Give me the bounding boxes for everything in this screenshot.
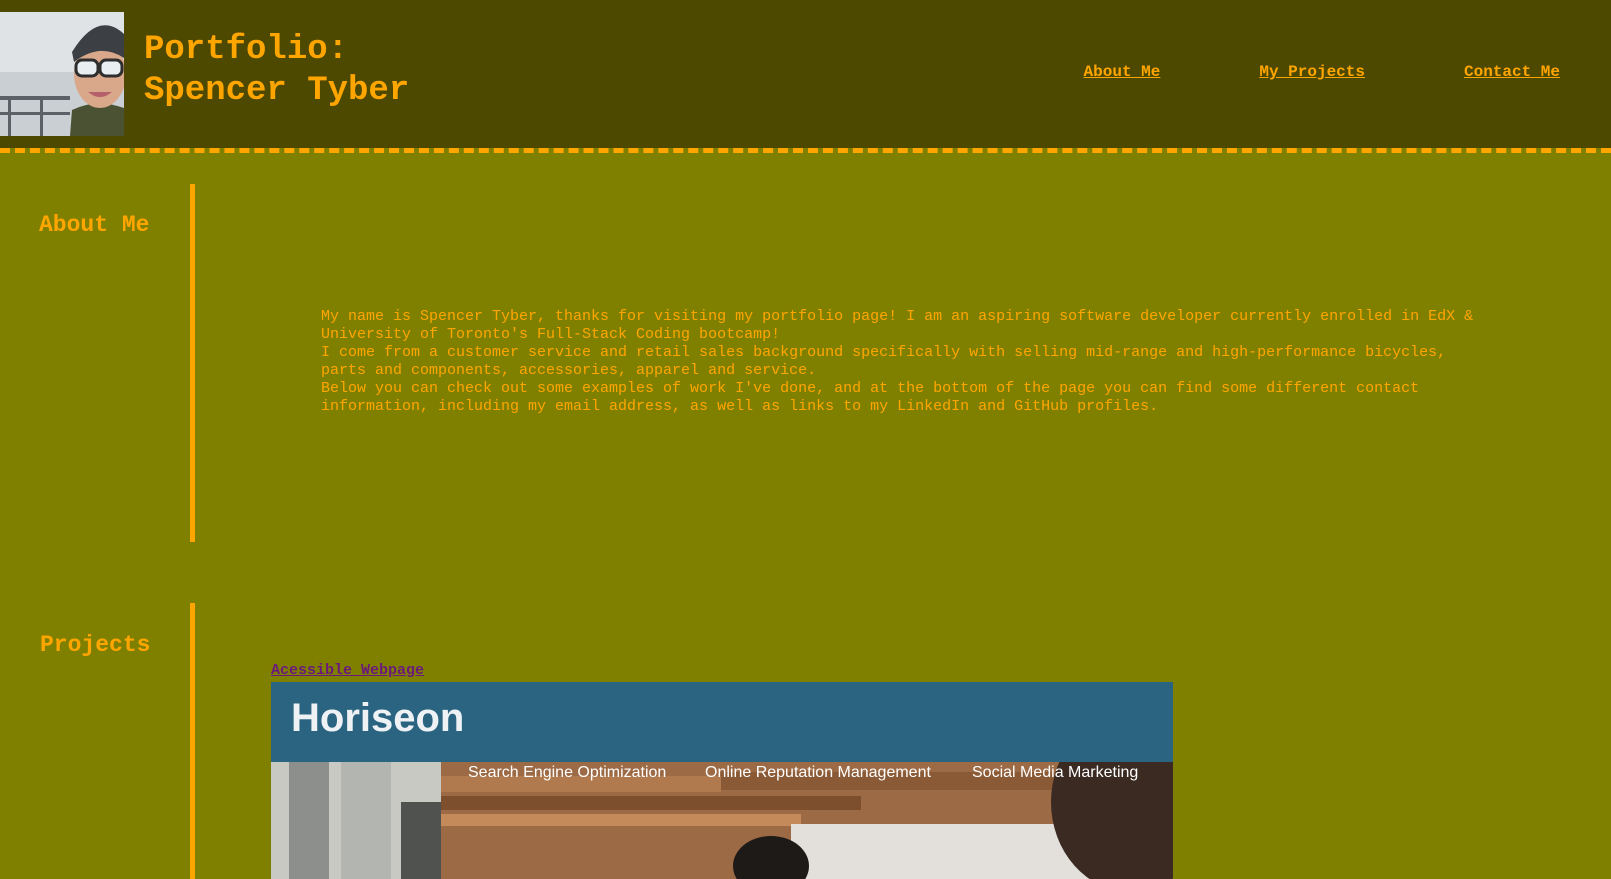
project-link-accessible-webpage[interactable]: Acessible Webpage bbox=[271, 662, 424, 679]
screenshot-nav-item: Search Engine Optimization bbox=[468, 764, 667, 781]
avatar bbox=[0, 12, 124, 136]
nav-link-about-me[interactable]: About Me bbox=[1084, 63, 1161, 81]
avatar-photo bbox=[0, 12, 124, 136]
about-paragraph: My name is Spencer Tyber, thanks for vis… bbox=[321, 308, 1474, 343]
site-title-line-2: Spencer Tyber bbox=[144, 72, 410, 110]
screenshot-nav: Search Engine Optimization Online Reputa… bbox=[271, 760, 1173, 786]
about-heading: About Me bbox=[39, 212, 150, 238]
screenshot-nav-item: Social Media Marketing bbox=[972, 764, 1139, 781]
site-title-line-1: Portfolio: bbox=[144, 31, 349, 69]
projects-heading: Projects bbox=[40, 632, 151, 658]
site-title: Portfolio: Spencer Tyber bbox=[144, 30, 409, 112]
screenshot-brand: Horiseon bbox=[291, 696, 465, 740]
main-nav: About Me My Projects Contact Me bbox=[1084, 63, 1560, 81]
about-paragraph: I come from a customer service and retai… bbox=[321, 344, 1447, 379]
nav-link-my-projects[interactable]: My Projects bbox=[1259, 63, 1365, 81]
about-paragraph: Below you can check out some examples of… bbox=[321, 380, 1420, 415]
nav-link-contact-me[interactable]: Contact Me bbox=[1464, 63, 1560, 81]
header-dashed-divider bbox=[0, 148, 1611, 153]
project-screenshot[interactable]: Horiseon Search Engine Optimization Onli… bbox=[271, 682, 1173, 879]
screenshot-header: Horiseon bbox=[271, 682, 1173, 762]
site-header: Portfolio: Spencer Tyber About Me My Pro… bbox=[0, 0, 1611, 148]
projects-divider-bar bbox=[190, 603, 195, 879]
about-text: My name is Spencer Tyber, thanks for vis… bbox=[321, 308, 1481, 416]
screenshot-nav-item: Online Reputation Management bbox=[705, 764, 931, 781]
about-divider-bar bbox=[190, 184, 195, 542]
